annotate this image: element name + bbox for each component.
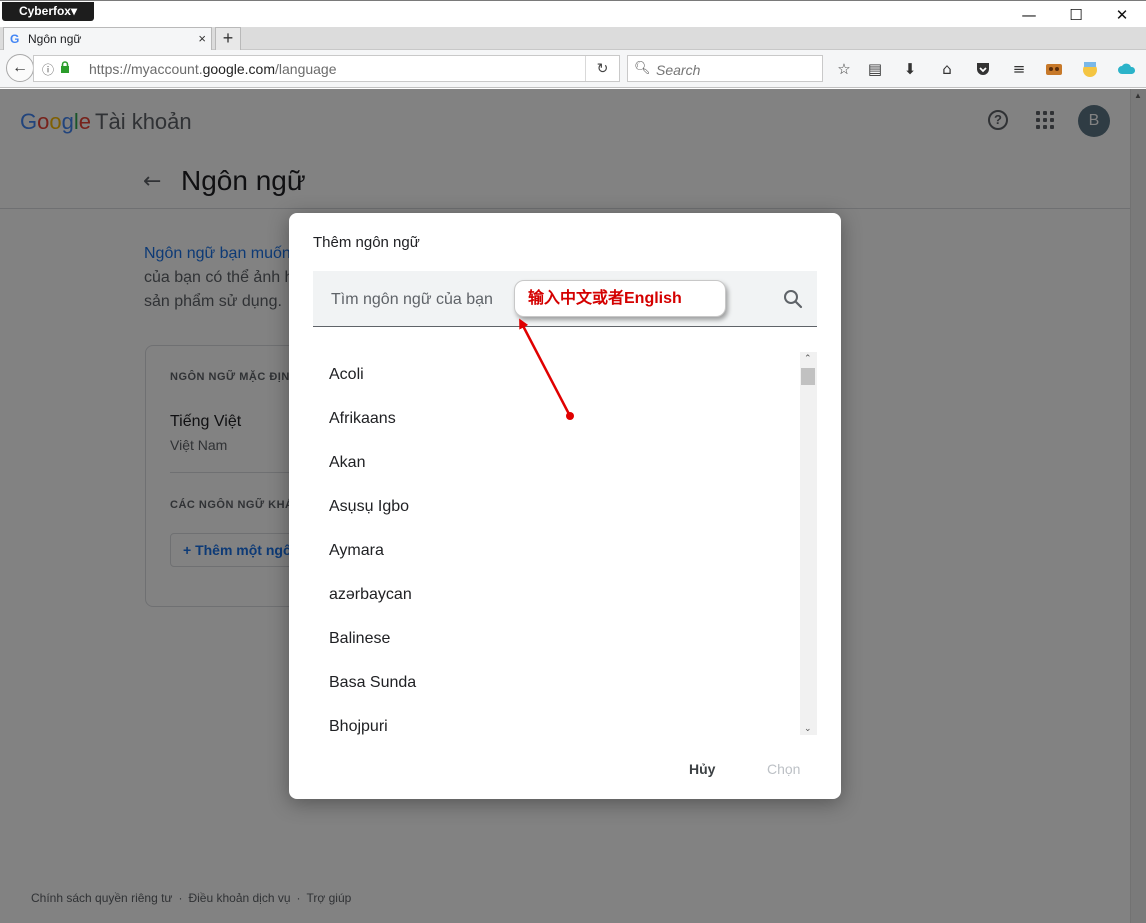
url-text[interactable]: https://myaccount.google.com/language <box>89 61 337 77</box>
language-option[interactable]: Balinese <box>313 617 801 661</box>
tab-strip: G Ngôn ngữ × + <box>0 27 1146 50</box>
google-favicon-icon: G <box>10 32 20 46</box>
hamburger-menu-icon[interactable]: ≡ <box>1007 57 1031 81</box>
language-option[interactable]: Aymara <box>313 529 801 573</box>
back-button[interactable]: ← <box>6 54 34 82</box>
language-option[interactable]: Basa Sunda <box>313 661 801 705</box>
scrollbar-thumb[interactable] <box>801 368 815 385</box>
browser-search-box[interactable]: 🔍︎ <box>627 55 823 82</box>
scroll-up-arrow-icon[interactable]: ⌃ <box>804 353 812 364</box>
language-option[interactable]: Acoli <box>313 353 801 397</box>
site-info-icon[interactable]: ⓘ <box>42 61 54 78</box>
back-arrow-icon: ← <box>12 59 28 76</box>
pocket-icon[interactable] <box>971 57 995 81</box>
browser-search-input[interactable] <box>654 59 818 80</box>
minimize-button[interactable]: — <box>1006 3 1052 27</box>
reading-list-icon[interactable]: ▤ <box>863 57 887 81</box>
search-icon[interactable] <box>781 287 805 311</box>
language-option[interactable]: Afrikaans <box>313 397 801 441</box>
tab-close-icon[interactable]: × <box>198 31 206 46</box>
language-option[interactable]: azərbaycan <box>313 573 801 617</box>
close-window-button[interactable]: ✕ <box>1099 3 1145 27</box>
cloud-icon[interactable] <box>1115 57 1139 81</box>
language-option[interactable]: Akan <box>313 441 801 485</box>
url-bar[interactable]: ⓘ https://myaccount.google.com/language … <box>33 55 620 82</box>
scroll-down-arrow-icon[interactable]: ⌄ <box>804 723 812 734</box>
language-list: Acoli Afrikaans Akan Asụsụ Igbo Aymara a… <box>313 353 801 737</box>
cancel-button[interactable]: Hủy <box>689 761 715 777</box>
lock-icon <box>61 61 69 73</box>
reload-icon[interactable]: ↻ <box>585 56 619 81</box>
language-option[interactable]: Bhojpuri <box>313 705 801 737</box>
select-button[interactable]: Chọn <box>767 761 800 777</box>
home-icon[interactable]: ⌂ <box>935 57 959 81</box>
extension-icon[interactable] <box>1042 57 1066 81</box>
dialog-title: Thêm ngôn ngữ <box>313 234 420 251</box>
tab-title: Ngôn ngữ <box>28 32 82 46</box>
window-titlebar: Cyberfox▾ — ☐ ✕ <box>0 0 1146 27</box>
navigation-toolbar: ← ⓘ https://myaccount.google.com/languag… <box>0 50 1146 88</box>
tab-language[interactable]: G Ngôn ngữ × <box>3 27 212 50</box>
maximize-button[interactable]: ☐ <box>1053 3 1099 27</box>
app-menu-button[interactable]: Cyberfox▾ <box>2 2 94 21</box>
download-icon[interactable]: ⬇ <box>898 57 922 81</box>
language-option[interactable]: Asụsụ Igbo <box>313 485 801 529</box>
language-list-scrollbar[interactable]: ⌃ ⌄ <box>800 352 817 735</box>
profile-extension-icon[interactable] <box>1078 57 1102 81</box>
new-tab-button[interactable]: + <box>215 27 241 50</box>
bookmark-star-icon[interactable]: ☆ <box>832 57 856 81</box>
search-icon: 🔍︎ <box>634 60 651 75</box>
annotation-callout: 输入中文或者English <box>514 280 726 317</box>
